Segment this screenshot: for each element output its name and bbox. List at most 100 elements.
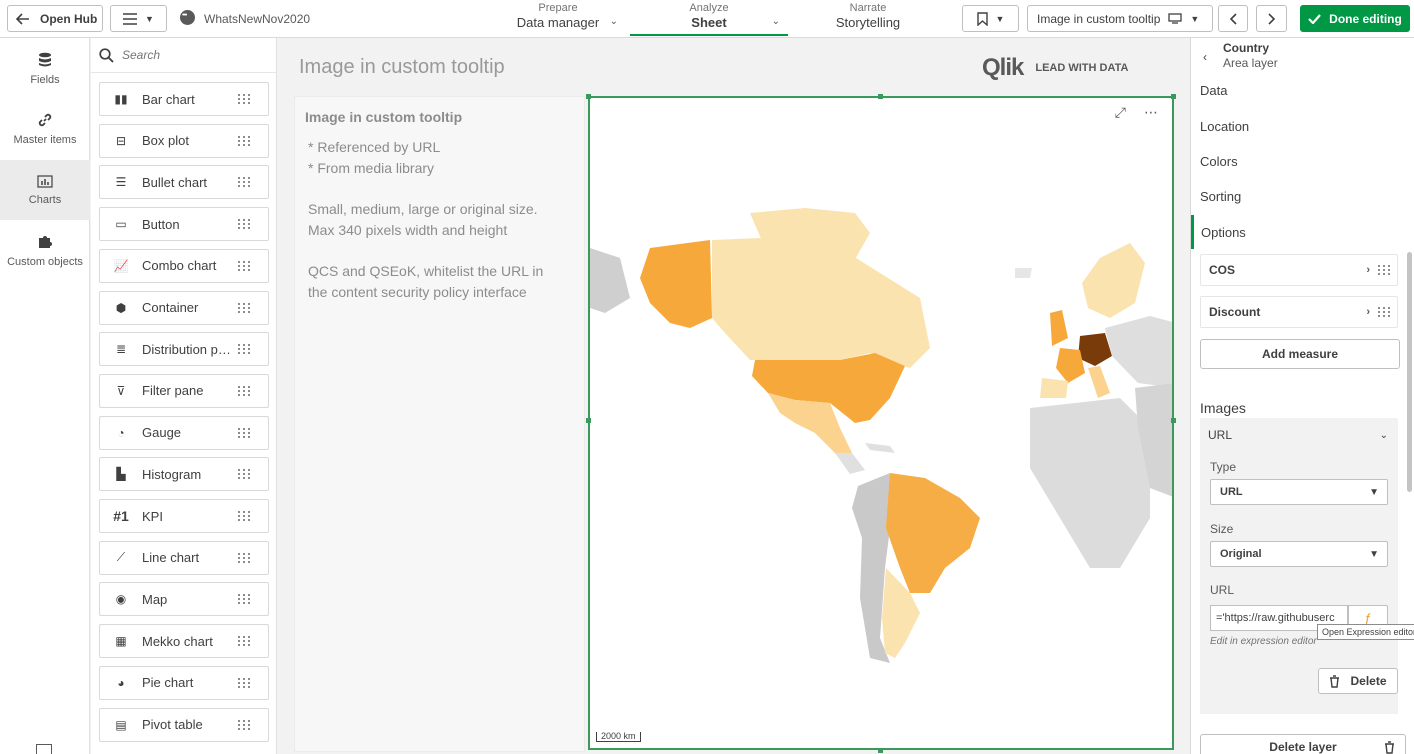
chart-item[interactable]: ▤ Pivot table	[99, 707, 269, 742]
tab-analyze-main: Sheet	[691, 15, 727, 30]
drag-handle-icon[interactable]	[238, 636, 260, 647]
property-panel-scrollbar[interactable]	[1407, 252, 1412, 492]
size-select[interactable]: Original ▼	[1210, 541, 1388, 567]
chart-item[interactable]: #1 KPI	[99, 499, 269, 533]
map-region-italy	[1088, 366, 1110, 398]
resize-handle[interactable]	[586, 418, 591, 423]
section-colors[interactable]: Colors	[1191, 144, 1414, 178]
nav-custom-objects[interactable]: Custom objects	[0, 222, 90, 282]
measure-label: COS	[1209, 263, 1236, 277]
drag-handle-icon[interactable]	[1378, 307, 1391, 317]
chart-item[interactable]: ▭ Button	[99, 207, 269, 242]
drag-handle-icon[interactable]	[238, 677, 260, 688]
done-editing-label: Done editing	[1329, 11, 1402, 26]
chevron-left-icon	[1229, 12, 1237, 25]
chart-item-label: Filter pane	[142, 383, 204, 399]
top-bar: Open Hub ▼ WhatsNewNov2020 Prepare Data …	[0, 0, 1414, 38]
drag-handle-icon[interactable]	[238, 344, 260, 355]
drag-handle-icon[interactable]	[238, 135, 260, 146]
resize-handle[interactable]	[1171, 418, 1176, 423]
type-select[interactable]: URL ▼	[1210, 479, 1388, 505]
chart-item[interactable]: ≣ Distribution p…	[99, 332, 269, 367]
chart-item[interactable]: ⊽ Filter pane	[99, 373, 269, 408]
drag-handle-icon[interactable]	[238, 260, 260, 271]
drag-handle-icon[interactable]	[238, 552, 260, 563]
delete-image-button[interactable]: Delete	[1318, 668, 1398, 694]
drag-handle-icon[interactable]	[238, 427, 260, 438]
drag-handle-icon[interactable]	[1378, 265, 1391, 275]
nav-charts-label: Charts	[28, 194, 62, 206]
section-sorting[interactable]: Sorting	[1191, 179, 1414, 213]
open-hub-button[interactable]: Open Hub	[7, 5, 103, 32]
chart-item[interactable]: ◔ Gauge	[99, 415, 269, 450]
drag-handle-icon[interactable]	[238, 177, 260, 188]
text-object[interactable]: Image in custom tooltip * Referenced by …	[294, 96, 585, 752]
caret-down-icon: ▼	[1369, 486, 1379, 498]
resize-handle[interactable]	[1171, 94, 1176, 99]
globe-icon: ◉	[115, 592, 127, 607]
nav-fields[interactable]: Fields	[0, 40, 90, 100]
tab-narrate[interactable]: Narrate Storytelling	[800, 2, 936, 36]
section-data[interactable]: Data	[1191, 73, 1414, 107]
sheet-selector[interactable]: Image in custom tooltip ▼	[1027, 5, 1213, 32]
chart-item[interactable]: ⬢ Container	[99, 290, 269, 325]
drag-handle-icon[interactable]	[238, 511, 260, 521]
previous-sheet-button[interactable]	[1218, 5, 1248, 32]
measure-label: Discount	[1209, 305, 1261, 319]
section-options[interactable]: Options	[1191, 215, 1414, 249]
chart-item-label: Gauge	[142, 425, 182, 441]
nav-master-items[interactable]: Master items	[0, 100, 90, 160]
chart-item[interactable]: ▮▮ Bar chart	[99, 82, 269, 116]
sheet-title[interactable]: Image in custom tooltip	[299, 56, 505, 79]
chart-item[interactable]: ⟋ Line chart	[99, 540, 269, 575]
bottom-nav-icon[interactable]	[36, 744, 52, 754]
measure-row[interactable]: Discount ›	[1200, 296, 1398, 328]
drag-handle-icon[interactable]	[238, 385, 260, 396]
chart-item[interactable]: 📈 Combo chart	[99, 248, 269, 283]
drag-handle-icon[interactable]	[238, 719, 260, 730]
expand-icon[interactable]: ⤢	[1115, 104, 1126, 121]
tab-analyze-small: Analyze	[689, 2, 729, 14]
world-map[interactable]	[590, 98, 1174, 750]
tab-narrate-main: Storytelling	[835, 15, 901, 30]
more-options-icon[interactable]: ⋯	[1144, 104, 1158, 121]
tab-analyze[interactable]: Analyze Sheet ⌄	[630, 2, 788, 36]
measure-row[interactable]: COS ›	[1200, 254, 1398, 286]
map-region-germany	[1078, 333, 1112, 366]
add-measure-button[interactable]: Add measure	[1200, 339, 1400, 369]
drag-handle-icon[interactable]	[238, 94, 260, 104]
resize-handle[interactable]	[878, 94, 883, 99]
drag-handle-icon[interactable]	[238, 302, 260, 313]
resize-handle[interactable]	[586, 94, 591, 99]
resize-handle[interactable]	[878, 748, 883, 753]
delete-layer-button[interactable]: Delete layer	[1200, 734, 1406, 754]
chart-item[interactable]: ☰ Bullet chart	[99, 165, 269, 200]
drag-handle-icon[interactable]	[238, 594, 260, 605]
done-editing-button[interactable]: Done editing	[1300, 5, 1410, 32]
global-menu-button[interactable]: ▼	[110, 5, 167, 32]
chevron-left-icon[interactable]: ‹	[1203, 50, 1207, 64]
filter-pane-icon: ⊽	[116, 383, 126, 398]
delete-layer-label: Delete layer	[1269, 740, 1337, 754]
container-icon: ⬢	[115, 300, 127, 315]
bookmark-button[interactable]: ▼	[962, 5, 1019, 32]
chart-item-label: Histogram	[142, 466, 202, 482]
chevron-down-icon[interactable]: ⌄	[772, 16, 780, 27]
search-input[interactable]	[122, 48, 262, 62]
chart-item[interactable]: ▦ Mekko chart	[99, 624, 269, 659]
nav-charts[interactable]: Charts	[0, 160, 90, 220]
chart-item[interactable]: ◕ Pie chart	[99, 665, 269, 700]
next-sheet-button[interactable]	[1256, 5, 1287, 32]
chart-item[interactable]: ▙ Histogram	[99, 457, 269, 492]
chart-item[interactable]: ⊟ Box plot	[99, 123, 269, 158]
size-label: Size	[1210, 522, 1234, 536]
chevron-down-icon[interactable]: ⌄	[610, 16, 618, 27]
chart-item[interactable]: ◉ Map	[99, 582, 269, 617]
drag-handle-icon[interactable]	[238, 469, 260, 480]
drag-handle-icon[interactable]	[238, 219, 260, 230]
map-object[interactable]: ⤢ ⋯ 2000 km	[588, 96, 1174, 750]
tab-prepare[interactable]: Prepare Data manager ⌄	[490, 2, 626, 36]
images-url-header[interactable]: URL ⌄	[1200, 418, 1398, 452]
chevron-right-icon	[1267, 12, 1275, 25]
section-location[interactable]: Location	[1191, 109, 1414, 143]
